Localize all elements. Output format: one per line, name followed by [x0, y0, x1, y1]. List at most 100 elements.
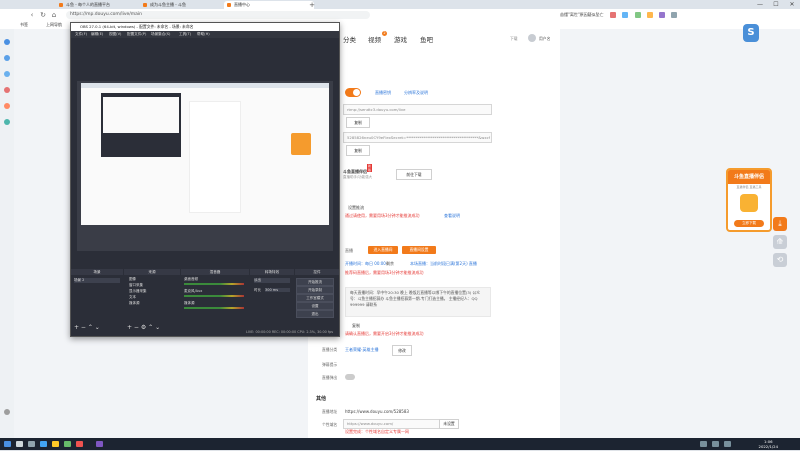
maximize-button[interactable]: ☐	[768, 0, 784, 9]
back-to-top-button[interactable]: ⟰	[773, 235, 787, 249]
nav-category[interactable]: 分类	[343, 34, 356, 44]
source-item[interactable]: 文本	[129, 295, 136, 300]
taskbar-clock[interactable]: 1:06 2022/1/24	[759, 438, 778, 451]
obs-menu-tools[interactable]: 工具(T)	[179, 31, 191, 38]
sidebar-app-icon[interactable]	[4, 119, 10, 125]
browser-taskbar-icon[interactable]	[40, 441, 47, 447]
obs-taskbar-icon[interactable]	[96, 441, 103, 447]
video-badge: 2	[382, 31, 387, 36]
schedule-remaining: 剩余	[386, 261, 394, 266]
resolution-link[interactable]: 分辨率及说明	[404, 90, 428, 96]
task-view-icon[interactable]	[28, 441, 35, 447]
download-float-button[interactable]: ⤓	[773, 217, 787, 231]
sidebar-app-icon[interactable]	[4, 103, 10, 109]
download-link[interactable]: 下载	[510, 36, 518, 42]
obs-menu-scenes[interactable]: 场景集合(S)	[151, 31, 170, 38]
volume-icon[interactable]	[712, 441, 719, 447]
studio-mode-button[interactable]: 工作室模式	[296, 294, 334, 302]
source-item[interactable]: 图像	[129, 277, 136, 282]
copy-key-button[interactable]: 复制	[346, 145, 370, 156]
source-item[interactable]: 媒体源	[129, 301, 140, 306]
home-icon[interactable]: ⌂	[50, 11, 58, 19]
nav-fishbar[interactable]: 鱼吧	[420, 34, 433, 44]
search-icon[interactable]	[16, 441, 23, 447]
tray-icon[interactable]	[700, 441, 707, 447]
sidebar-settings-icon[interactable]	[4, 409, 10, 415]
obs-title: OBS 27.0.1 (64-bit, windows) - 配置文件: 未命名…	[71, 23, 339, 31]
obs-menu-edit[interactable]: 编辑(E)	[91, 31, 103, 38]
modify-category-button[interactable]: 修改	[392, 345, 412, 356]
app-taskbar-icon[interactable]	[64, 441, 71, 447]
dock-scenes-header: 场景	[71, 269, 123, 275]
obs-menu-file[interactable]: 文件(F)	[75, 31, 87, 38]
obs-menu-profile[interactable]: 配置文件(P)	[127, 31, 146, 38]
enter-room-button[interactable]: 进入直播间	[368, 246, 398, 254]
network-icon[interactable]	[724, 441, 731, 447]
exit-button[interactable]: 退出	[296, 310, 334, 318]
minimize-button[interactable]: —	[752, 0, 768, 9]
notice-label: 设置推流	[348, 205, 364, 210]
back-icon[interactable]: ‹	[28, 11, 36, 19]
custom-domain-field[interactable]: https://www.douyu.com/	[343, 419, 442, 429]
rtmp-server-field[interactable]: rtmp://sendtc3.douyu.com/live	[343, 104, 492, 115]
download-button[interactable]: 前往下载	[396, 169, 432, 180]
gift-toggle[interactable]	[345, 374, 355, 380]
sidebar-app-icon[interactable]	[4, 55, 10, 61]
stream-toggle[interactable]	[345, 88, 361, 97]
sidebar-app-icon[interactable]	[4, 87, 10, 93]
transition-select[interactable]: 淡出	[254, 278, 290, 283]
stream-key-field[interactable]: 5285826neu0CY9eFlexSecret=**************…	[343, 132, 492, 143]
extension-icon[interactable]	[659, 12, 666, 18]
copy-link[interactable]: 复制	[352, 323, 360, 329]
scene-item[interactable]: 场景 2	[74, 278, 120, 283]
nav-game[interactable]: 游戏	[394, 34, 407, 44]
sidebar-app-icon[interactable]	[4, 39, 10, 45]
obs-window[interactable]: OBS 27.0.1 (64-bit, windows) - 配置文件: 未命名…	[70, 22, 340, 337]
bookmark-item[interactable]: 上网导航	[46, 21, 62, 29]
explain-link[interactable]: 查看说明	[444, 213, 460, 219]
obs-menu-view[interactable]: 视图(V)	[109, 31, 121, 38]
promo-card[interactable]: 斗鱼直播伴侣 直播伴侣 直播工具 立即下载	[726, 168, 772, 232]
avatar[interactable]	[528, 34, 536, 42]
floating-app-icon[interactable]: S	[743, 24, 759, 42]
menu-icon[interactable]	[671, 12, 678, 18]
nav-video[interactable]: 视频	[368, 34, 381, 44]
domain-select[interactable]: 未设置	[439, 419, 459, 429]
search-suggestion[interactable]: 苗懂"离世"原因疑似坠亡	[560, 12, 604, 17]
extension-icon[interactable]	[622, 12, 629, 18]
obs-menu-help[interactable]: 帮助(H)	[197, 31, 210, 38]
extension-icon[interactable]	[646, 12, 653, 18]
dock-controls-header: 控件	[295, 269, 339, 275]
copy-server-button[interactable]: 复制	[346, 117, 370, 128]
notice-textarea[interactable]: 每天直播时间：早中午20:30 晚上 晚饭后直播等以哪下午的直播位置(3) 公众…	[345, 287, 491, 317]
promo-download-button[interactable]: 立即下载	[734, 220, 764, 227]
warning-text: 通过请使用，需要用场3分钟才能推流成功	[345, 213, 420, 218]
duration-label: 时长	[254, 288, 261, 292]
refresh-float-button[interactable]: ⟲	[773, 253, 787, 267]
address-bar[interactable]: https://mp.douyu.com/live/main	[66, 11, 370, 19]
app-taskbar-icon[interactable]	[76, 441, 83, 447]
duration-input[interactable]: 300 ms	[265, 288, 290, 292]
sidebar-app-icon[interactable]	[4, 71, 10, 77]
close-window-button[interactable]: ✕	[784, 0, 800, 9]
new-tab-button[interactable]: +	[308, 1, 316, 9]
stream-key-link[interactable]: 直播密钥	[375, 90, 391, 96]
room-settings-button[interactable]: 直播间设置	[402, 246, 436, 254]
start-recording-button[interactable]: 开始录制	[296, 286, 334, 294]
tab-live-center[interactable]: 直播中心	[224, 1, 314, 9]
bookmark-item[interactable]: 书签	[20, 21, 28, 29]
extension-icon[interactable]	[634, 12, 641, 18]
extension-icon[interactable]	[609, 12, 616, 18]
start-streaming-button[interactable]: 开始推流	[296, 278, 334, 286]
obs-preview[interactable]	[77, 81, 333, 251]
tab-become-streamer[interactable]: 成为斗鱼主播 - 斗鱼	[140, 1, 230, 9]
user-name[interactable]: 用户名	[539, 36, 550, 42]
tab-douyu-home[interactable]: 斗鱼 - 每个人的直播平台	[56, 1, 146, 9]
refresh-icon[interactable]: ↻	[39, 11, 47, 19]
start-icon[interactable]	[4, 441, 11, 447]
settings-button[interactable]: 设置	[296, 302, 334, 310]
source-item[interactable]: 显示器采集	[129, 289, 147, 294]
source-item[interactable]: 窗口采集	[129, 283, 143, 288]
folder-icon[interactable]	[52, 441, 59, 447]
room-label: 直播地址	[322, 409, 338, 414]
